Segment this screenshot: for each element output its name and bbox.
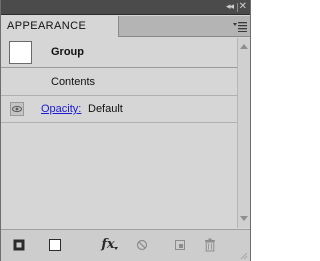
object-thumbnail	[9, 41, 32, 64]
resize-grip-icon[interactable]	[240, 251, 248, 260]
tab-appearance[interactable]: APPEARANCE	[1, 16, 119, 37]
group-row[interactable]: Group	[1, 38, 237, 68]
opacity-link[interactable]: Opacity:	[41, 103, 81, 115]
vertical-scrollbar[interactable]	[237, 38, 250, 228]
panel-title-bar[interactable]: ◂◂ ✕	[1, 0, 250, 15]
add-effect-fx-icon[interactable]: fx	[99, 236, 118, 254]
duplicate-item-icon[interactable]	[171, 236, 189, 254]
fx-label: fx	[101, 237, 115, 252]
trash-glyph	[205, 238, 215, 252]
add-stroke-glyph	[13, 239, 25, 251]
clear-appearance-icon[interactable]	[133, 236, 151, 254]
fx-dropdown-arrow-icon	[114, 247, 118, 250]
resize-grip-glyph	[240, 252, 248, 260]
scroll-down-arrow-icon[interactable]	[240, 216, 248, 221]
panel-bottom-toolbar: fx	[1, 229, 250, 261]
visibility-eye-icon[interactable]	[10, 102, 24, 116]
contents-label: Contents	[51, 76, 96, 88]
scroll-up-arrow-icon[interactable]	[240, 44, 248, 49]
tab-row: APPEARANCE	[1, 16, 250, 37]
opacity-value: Default	[88, 103, 123, 115]
panel-menu-icon[interactable]	[233, 21, 247, 32]
clear-appearance-glyph	[136, 239, 148, 251]
add-fill-icon[interactable]	[46, 236, 64, 254]
eye-glyph	[12, 105, 22, 113]
add-stroke-icon[interactable]	[10, 236, 28, 254]
opacity-row[interactable]: Opacity: Default	[1, 97, 237, 123]
appearance-list: Group Contents Opacity: Default	[1, 38, 237, 228]
delete-item-icon[interactable]	[201, 236, 219, 254]
contents-row[interactable]: Contents	[1, 69, 237, 96]
panel-menu-glyph	[233, 22, 247, 32]
collapse-panel-icon[interactable]: ◂◂	[226, 1, 234, 13]
group-label: Group	[51, 46, 84, 58]
duplicate-item-glyph	[175, 240, 185, 250]
close-panel-icon[interactable]: ✕	[239, 1, 247, 13]
add-fill-glyph	[49, 239, 61, 251]
appearance-panel: ◂◂ ✕ APPEARANCE Group Contents Opacity: …	[0, 0, 251, 261]
